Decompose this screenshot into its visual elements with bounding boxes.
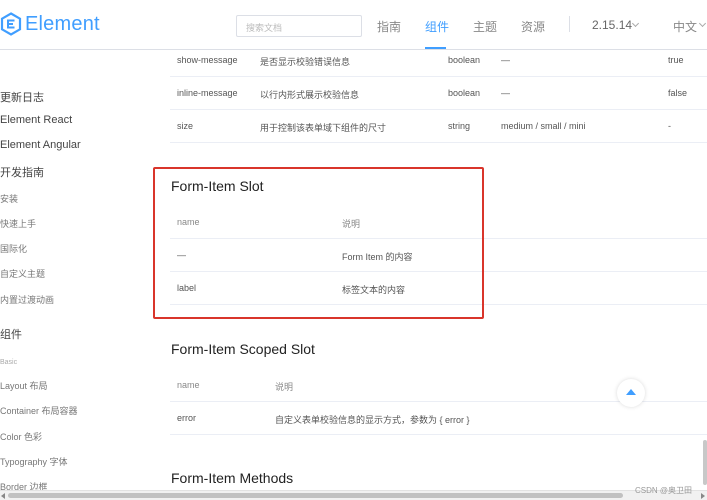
element-logo[interactable]: Element [0, 12, 100, 36]
watermark: CSDN @奥卫田 [635, 486, 693, 495]
table-row: inline-message 以行内形式展示校验信息 boolean — fal… [170, 77, 707, 110]
attr-type: boolean [448, 55, 481, 65]
chevron-down-icon[interactable] [698, 19, 707, 28]
column-header-name: name [177, 380, 200, 390]
scoped-slot-desc: 自定义表单校验信息的显示方式，参数为 { error } [275, 415, 470, 425]
sidebar-item-color[interactable]: Color 色彩 [0, 430, 42, 443]
sidebar-item-typography[interactable]: Typography 字体 [0, 455, 68, 468]
attr-type: boolean [448, 88, 481, 98]
sidebar-group-dev-guide: 开发指南 [0, 167, 44, 179]
sidebar-item-element-angular[interactable]: Element Angular [0, 139, 81, 151]
sidebar-item-quickstart[interactable]: 快速上手 [0, 217, 36, 230]
horizontal-scrollbar[interactable] [0, 490, 707, 500]
nav-theme[interactable]: 主题 [473, 18, 497, 35]
attr-type: string [448, 121, 471, 131]
attr-name: show-message [177, 55, 238, 65]
attr-options: — [501, 55, 510, 65]
sidebar-item-install[interactable]: 安装 [0, 192, 18, 205]
sidebar-item-changelog[interactable]: 更新日志 [0, 89, 44, 105]
sidebar-item-transition[interactable]: 内置过渡动画 [0, 293, 54, 306]
nav-divider [569, 16, 570, 32]
attr-desc: 以行内形式展示校验信息 [260, 90, 360, 100]
table-row: show-message 是否显示校验错误信息 boolean — true [170, 50, 707, 77]
sidebar-item-container[interactable]: Container 布局容器 [0, 404, 78, 417]
attr-options: — [501, 88, 510, 98]
nav-resource[interactable]: 资源 [521, 18, 545, 35]
column-header-desc: 说明 [275, 382, 294, 392]
sidebar-item-i18n[interactable]: 国际化 [0, 242, 27, 255]
nav-component[interactable]: 组件 [425, 18, 449, 35]
attr-name: inline-message [177, 88, 238, 98]
sidebar-item-custom-theme[interactable]: 自定义主题 [0, 267, 45, 280]
chevron-down-icon[interactable] [631, 19, 640, 28]
nav-guide[interactable]: 指南 [377, 18, 401, 35]
horizontal-scrollbar-thumb[interactable] [8, 493, 623, 498]
active-nav-indicator [425, 47, 446, 49]
attr-name: size [177, 121, 194, 131]
attr-desc: 是否显示校验错误信息 [260, 57, 351, 67]
sidebar: 更新日志 Element React Element Angular 开发指南 … [0, 50, 150, 492]
version-select[interactable]: 2.15.14 [592, 18, 632, 32]
table-row: size 用于控制该表单域下组件的尺寸 string medium / smal… [170, 110, 707, 143]
section-title-scoped-slot: Form-Item Scoped Slot [171, 341, 315, 357]
back-to-top-button[interactable] [617, 379, 645, 407]
attr-default: false [668, 88, 688, 98]
caret-up-icon [626, 389, 636, 395]
highlight-box [153, 167, 484, 319]
scroll-right-arrow-icon[interactable] [701, 493, 705, 499]
attr-options: medium / small / mini [501, 121, 586, 131]
language-select[interactable]: 中文 [673, 18, 697, 35]
sidebar-subgroup-basic: Basic [0, 359, 18, 366]
vertical-scrollbar-thumb[interactable] [703, 440, 707, 485]
search-input[interactable]: 搜索文档 [236, 15, 362, 37]
section-title-methods: Form-Item Methods [171, 470, 294, 486]
sidebar-item-element-react[interactable]: Element React [0, 114, 72, 126]
scroll-left-arrow-icon[interactable] [1, 493, 5, 499]
table-row: error 自定义表单校验信息的显示方式，参数为 { error } [170, 402, 707, 435]
sidebar-group-components: 组件 [0, 329, 22, 341]
scoped-slot-name: error [177, 413, 197, 423]
element-hexagon-icon [0, 12, 22, 36]
attr-desc: 用于控制该表单域下组件的尺寸 [260, 123, 387, 133]
logo-text: Element [25, 12, 100, 35]
top-navbar: Element 搜索文档 指南 组件 主题 资源 2.15.14 中文 [0, 0, 707, 50]
attr-default: - [668, 121, 671, 131]
sidebar-item-layout[interactable]: Layout 布局 [0, 379, 48, 392]
attr-default: true [668, 55, 684, 65]
